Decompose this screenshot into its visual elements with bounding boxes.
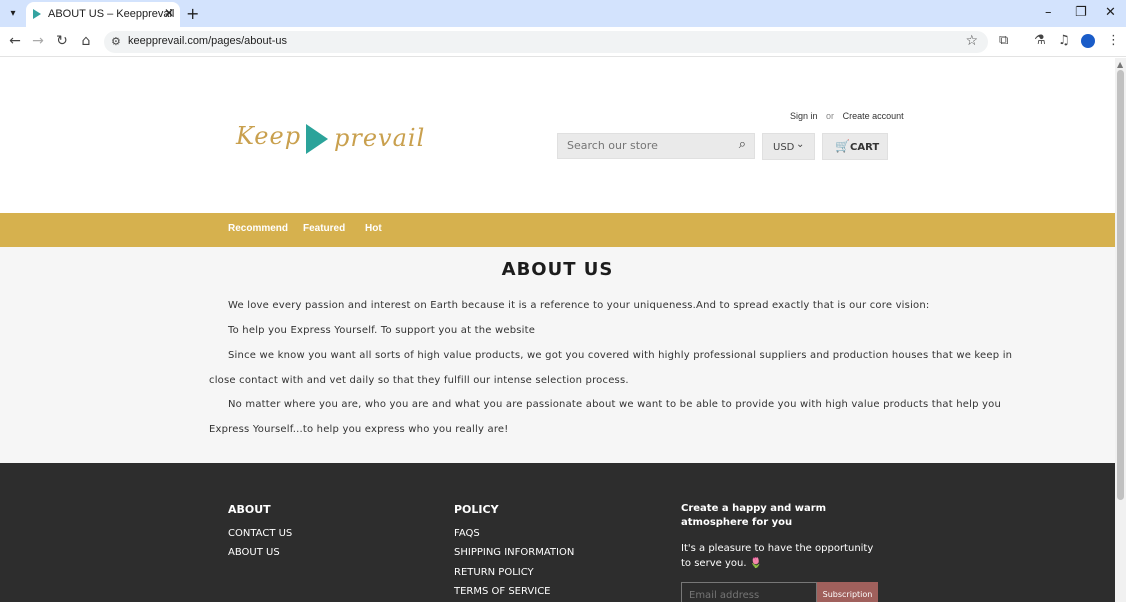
content-line: Since we know you want all sorts of high…	[228, 350, 1013, 361]
footer-about-heading: ABOUT	[228, 503, 271, 516]
logo-text-right: prevail	[334, 124, 426, 152]
sign-in-link[interactable]: Sign in	[790, 111, 818, 121]
site-footer: ABOUT CONTACT US ABOUT US POLICY FAQS SH…	[0, 463, 1115, 602]
newsletter-text-block: It's a pleasure to have the opportunity …	[681, 541, 881, 571]
new-tab-icon[interactable]: +	[186, 4, 199, 23]
account-links: Sign in or Create account	[790, 111, 910, 121]
cart-label: CART	[850, 142, 880, 153]
chrome-menu-icon[interactable]: ⋮	[1107, 33, 1120, 48]
nav-item-hot[interactable]: Hot	[365, 223, 382, 234]
tab-close-icon[interactable]: ✕	[164, 6, 174, 20]
back-icon[interactable]: ←	[6, 33, 24, 49]
footer-link-return-policy[interactable]: RETURN POLICY	[454, 567, 534, 578]
content-line: Express Yourself...to help you express w…	[209, 424, 509, 435]
search-box: ⌕	[557, 133, 755, 159]
address-bar[interactable]: ⚙ keepprevail.com/pages/about-us ☆	[104, 31, 988, 53]
tulip-icon: 🌷	[749, 558, 763, 569]
content-line: We love every passion and interest on Ea…	[228, 300, 930, 311]
newsletter-text: It's a pleasure to have the opportunity …	[681, 543, 874, 569]
footer-link-shipping[interactable]: SHIPPING INFORMATION	[454, 547, 574, 558]
bookmark-star-icon[interactable]: ☆	[965, 33, 978, 49]
footer-link-terms[interactable]: TERMS OF SERVICE	[454, 586, 551, 597]
nav-item-featured[interactable]: Featured	[303, 223, 345, 234]
forward-icon[interactable]: →	[29, 33, 47, 49]
email-field-wrapper	[681, 582, 817, 602]
reload-icon[interactable]: ↻	[53, 33, 71, 49]
footer-link-contact-us[interactable]: CONTACT US	[228, 528, 292, 539]
tab-search-icon[interactable]: ▾	[5, 6, 21, 22]
site-info-icon[interactable]: ⚙	[111, 35, 121, 48]
site-header: Keep prevail Sign in or Create account ⌕…	[0, 58, 1115, 213]
logo-play-icon	[306, 124, 328, 154]
logo-text-left: Keep	[236, 122, 302, 150]
tab-title: ABOUT US – Keepprevail	[48, 8, 175, 20]
browser-toolbar: ← → ↻ ⌂ ⚙ keepprevail.com/pages/about-us…	[0, 27, 1126, 57]
currency-value: USD	[773, 142, 795, 153]
chevron-down-icon: ⌄	[796, 139, 805, 150]
nav-item-recommend[interactable]: Recommend	[228, 223, 288, 234]
browser-tab[interactable]: ABOUT US – Keepprevail ✕	[26, 2, 180, 27]
create-account-link[interactable]: Create account	[843, 111, 904, 121]
currency-select[interactable]: USD ⌄	[762, 133, 815, 160]
media-control-icon[interactable]: ♫	[1058, 33, 1070, 48]
content-line: To help you Express Yourself. To support…	[228, 325, 536, 336]
cart-icon: 🛒	[835, 139, 850, 153]
home-icon[interactable]: ⌂	[77, 33, 95, 49]
restore-icon[interactable]: ❐	[1075, 5, 1087, 20]
about-content: ABOUT US We love every passion and inter…	[0, 247, 1115, 463]
content-line: close contact with and vet daily so that…	[209, 375, 629, 386]
close-window-icon[interactable]: ✕	[1105, 5, 1116, 20]
site-favicon-icon	[33, 9, 41, 19]
site-logo[interactable]: Keep prevail	[236, 120, 424, 158]
or-separator: or	[826, 111, 835, 121]
newsletter-heading: Create a happy and warm atmosphere for y…	[681, 503, 827, 528]
subscribe-button[interactable]: Subscription	[817, 582, 878, 602]
search-icon[interactable]: ⌕	[739, 137, 746, 152]
main-nav: Recommend Featured Hot	[0, 213, 1115, 247]
labs-icon[interactable]: ⚗	[1034, 33, 1046, 48]
web-page: Keep prevail Sign in or Create account ⌕…	[0, 58, 1115, 602]
footer-link-about-us[interactable]: ABOUT US	[228, 547, 280, 558]
scroll-thumb[interactable]	[1117, 70, 1124, 500]
page-scrollbar[interactable]: ▲	[1115, 58, 1126, 602]
footer-link-faqs[interactable]: FAQS	[454, 528, 480, 539]
browser-tab-bar: ▾ ABOUT US – Keepprevail ✕ + – ❐ ✕	[0, 0, 1126, 27]
minimize-icon[interactable]: –	[1045, 5, 1052, 20]
search-input[interactable]	[567, 139, 727, 152]
page-title: ABOUT US	[501, 259, 614, 280]
cart-button[interactable]: 🛒 CART	[822, 133, 888, 160]
footer-policy-heading: POLICY	[454, 503, 499, 516]
extensions-icon[interactable]: ⧉	[999, 33, 1008, 48]
url-text[interactable]: keepprevail.com/pages/about-us	[128, 35, 287, 47]
email-field[interactable]	[689, 590, 809, 601]
content-line: No matter where you are, who you are and…	[228, 399, 1002, 410]
profile-avatar[interactable]	[1081, 34, 1095, 48]
scroll-up-icon[interactable]: ▲	[1117, 60, 1123, 69]
